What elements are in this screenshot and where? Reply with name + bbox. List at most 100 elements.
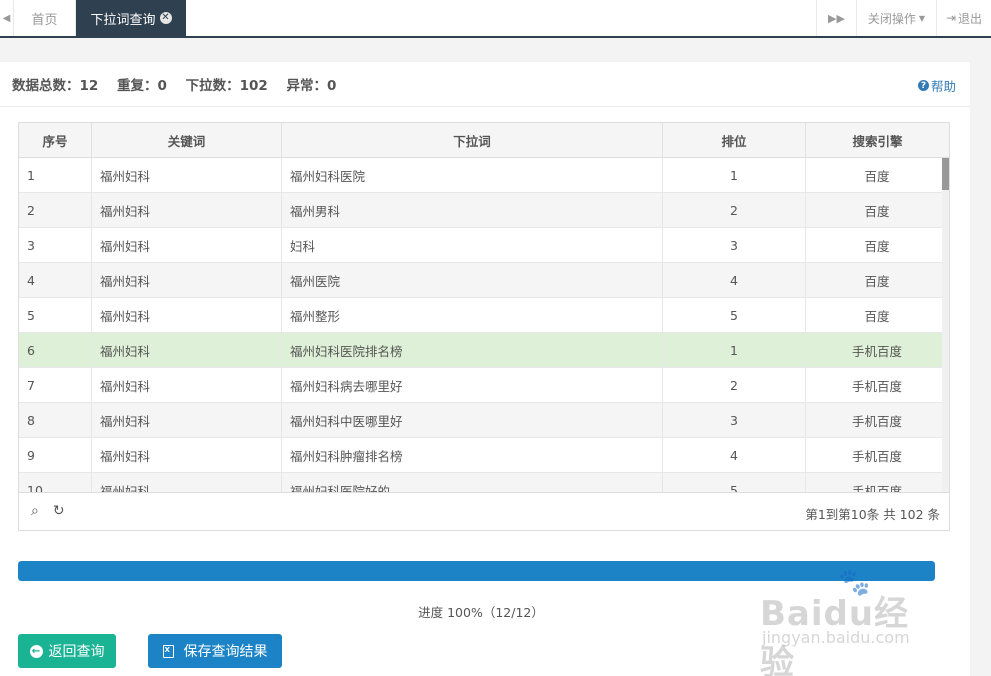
cell-dropdown-word: 福州整形 [282,298,663,333]
baidu-jingyan-watermark: 🐾 Baidu经验 jingyan.baidu.com [760,568,940,676]
scroll-tabs-left-icon[interactable]: ◀ [0,0,14,36]
cell-index: 8 [19,403,92,438]
table-row[interactable]: 9 福州妇科 福州妇科肿瘤排名榜 4 手机百度 [19,438,949,473]
cell-dropdown-word: 福州妇科肿瘤排名榜 [282,438,663,473]
logout-label: 退出 [958,11,983,26]
cell-rank: 5 [663,473,806,492]
cell-search-engine: 百度 [806,263,949,298]
results-table: 序号 关键词 下拉词 排位 搜索引擎 1 福州妇科 福州妇科医院 1 百度 2 福州妇科 福州… [18,122,950,531]
cell-keyword: 福州妇科 [92,228,282,263]
table-row[interactable]: 10 福州妇科 福州妇科医院好的 5 手机百度 [19,473,949,492]
cell-rank: 2 [663,193,806,228]
pagination-info: 第1到第10条 共 102 条 [805,507,940,522]
cell-index: 2 [19,193,92,228]
stat-errors: 异常：0 [286,78,337,94]
cell-keyword: 福州妇科 [92,298,282,333]
cell-keyword: 福州妇科 [92,473,282,492]
tab-home[interactable]: 首页 [14,0,76,36]
cell-index: 4 [19,263,92,298]
table-row[interactable]: 7 福州妇科 福州妇科病去哪里好 2 手机百度 [19,368,949,403]
table-row[interactable]: 4 福州妇科 福州医院 4 百度 [19,263,949,298]
close-operations-label: 关闭操作 [867,11,916,26]
save-results-button[interactable]: 保存查询结果 [148,634,282,668]
cell-search-engine: 百度 [806,298,949,333]
cell-dropdown-word: 福州医院 [282,263,663,298]
stat-dropdowns: 下拉数：102 [185,78,268,94]
back-to-query-button[interactable]: ← 返回查询 [18,634,116,668]
question-circle-icon: ? [917,80,929,91]
table-footer: ⌕ ↻ 第1到第10条 共 102 条 [19,492,949,530]
cell-search-engine: 手机百度 [806,438,949,473]
cell-keyword: 福州妇科 [92,403,282,438]
cell-dropdown-word: 福州妇科医院 [282,158,663,193]
table-row[interactable]: 5 福州妇科 福州整形 5 百度 [19,298,949,333]
cell-keyword: 福州妇科 [92,263,282,298]
cell-rank: 2 [663,368,806,403]
cell-search-engine: 手机百度 [806,403,949,438]
cell-rank: 5 [663,298,806,333]
scrollbar-thumb[interactable] [942,158,949,190]
table-row[interactable]: 2 福州妇科 福州男科 2 百度 [19,193,949,228]
table-row[interactable]: 1 福州妇科 福州妇科医院 1 百度 [19,158,949,193]
cell-index: 9 [19,438,92,473]
tab-bar: ◀ 首页 下拉词查询 ✕ ▶▶ 关闭操作 ▼ ⇥ 退出 [0,0,991,38]
search-icon[interactable]: ⌕ [31,503,39,519]
watermark-url: jingyan.baidu.com [762,628,910,647]
cell-dropdown-word: 妇科 [282,228,663,263]
cell-dropdown-word: 福州男科 [282,193,663,228]
cell-search-engine: 百度 [806,193,949,228]
cell-keyword: 福州妇科 [92,158,282,193]
cell-rank: 3 [663,403,806,438]
stats-bar: 数据总数：12 重复：0 下拉数：102 异常：0 ? 帮助 [0,62,970,107]
cell-index: 6 [19,333,92,368]
help-label: 帮助 [930,79,956,94]
close-icon[interactable]: ✕ [159,12,172,24]
cell-index: 5 [19,298,92,333]
column-header-search-engine[interactable]: 搜索引擎 [806,123,949,158]
table-row[interactable]: 8 福州妇科 福州妇科中医哪里好 3 手机百度 [19,403,949,438]
logout-button[interactable]: ⇥ 退出 [936,0,991,36]
help-link[interactable]: ? 帮助 [917,76,956,95]
stat-total: 数据总数：12 [12,78,99,94]
table-body[interactable]: 1 福州妇科 福州妇科医院 1 百度 2 福州妇科 福州男科 2 百度 3 福州妇科 妇科 3 百度 4 福州妇… [19,158,949,492]
column-header-index[interactable]: 序号 [19,123,92,158]
table-scrollbar[interactable] [942,158,949,492]
table-header: 序号 关键词 下拉词 排位 搜索引擎 [19,123,949,158]
refresh-icon[interactable]: ↻ [53,503,65,519]
cell-index: 3 [19,228,92,263]
table-row[interactable]: 6 福州妇科 福州妇科医院排名榜 1 手机百度 [19,333,949,368]
cell-keyword: 福州妇科 [92,333,282,368]
cell-rank: 4 [663,438,806,473]
cell-search-engine: 百度 [806,228,949,263]
tab-dropdown-query-label: 下拉词查询 [90,12,156,28]
excel-file-icon [162,644,174,658]
cell-keyword: 福州妇科 [92,438,282,473]
stats-summary: 数据总数：12 重复：0 下拉数：102 异常：0 [12,74,350,94]
tab-dropdown-query[interactable]: 下拉词查询 ✕ [76,0,186,36]
cell-rank: 1 [663,333,806,368]
cell-search-engine: 手机百度 [806,368,949,403]
column-header-rank[interactable]: 排位 [663,123,806,158]
cell-index: 7 [19,368,92,403]
scroll-tabs-right-icon[interactable]: ▶▶ [816,0,856,36]
column-header-keyword[interactable]: 关键词 [92,123,282,158]
stat-duplicates: 重复：0 [117,78,167,94]
save-results-label: 保存查询结果 [183,644,268,660]
cell-index: 1 [19,158,92,193]
column-header-dropdown-word[interactable]: 下拉词 [282,123,663,158]
table-tools: ⌕ ↻ [31,503,65,519]
cell-keyword: 福州妇科 [92,368,282,403]
close-operations-dropdown[interactable]: 关闭操作 ▼ [856,0,936,36]
cell-search-engine: 手机百度 [806,333,949,368]
table-row[interactable]: 3 福州妇科 妇科 3 百度 [19,228,949,263]
cell-dropdown-word: 福州妇科医院排名榜 [282,333,663,368]
caret-down-icon: ▼ [918,13,926,23]
cell-index: 10 [19,473,92,492]
sign-out-icon: ⇥ [945,11,957,25]
cell-search-engine: 百度 [806,158,949,193]
cell-search-engine: 手机百度 [806,473,949,492]
cell-dropdown-word: 福州妇科病去哪里好 [282,368,663,403]
cell-dropdown-word: 福州妇科中医哪里好 [282,403,663,438]
cell-keyword: 福州妇科 [92,193,282,228]
cell-rank: 3 [663,228,806,263]
